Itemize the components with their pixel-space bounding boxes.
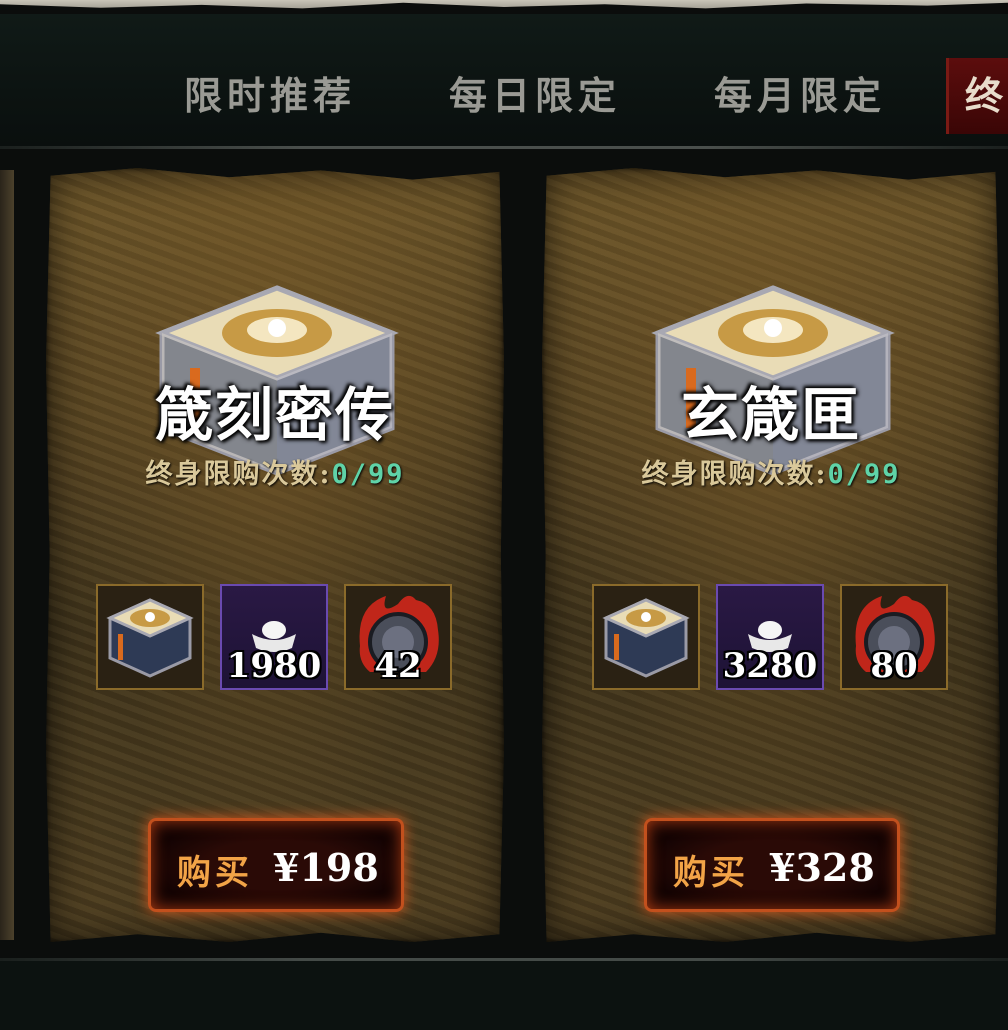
reward-slot-silver[interactable]: 1980 [220,584,328,690]
pack-card-1: 箴刻密传 终身限购次数:0/99 1980 42 购买 ¥198 [46,168,504,942]
purchase-limit-label: 终身限购次数: [641,459,828,490]
purchase-limit-label: 终身限购次数: [145,459,332,490]
tab-bar: 限时推荐 每日限定 每月限定 终 [0,14,1008,146]
reward-slot-silver[interactable]: 3280 [716,584,824,690]
pack-card-2: 玄箴匣 终身限购次数:0/99 3280 80 购买 ¥328 [542,168,1000,942]
buy-button[interactable]: 购买 ¥198 [148,818,404,912]
reward-slot-orb[interactable]: 42 [344,584,452,690]
bottom-bar [0,961,1008,1030]
price: ¥328 [769,845,875,890]
reward-slot-orb[interactable]: 80 [840,584,948,690]
reward-count: 3280 [722,646,818,686]
price: ¥198 [273,845,379,890]
reward-count: 42 [374,646,422,686]
buy-label: 购买 [673,853,749,893]
reward-count: 1980 [226,646,322,686]
reward-slot-box[interactable] [96,584,204,690]
purchase-limit-count: 0/99 [331,459,405,490]
treasure-box-icon [106,598,194,678]
tab-limited-recommend[interactable]: 限时推荐 [184,66,356,126]
tab-daily-limited[interactable]: 每日限定 [449,66,621,126]
previous-card-edge [0,170,14,940]
pack-title: 玄箴匣 [680,381,861,449]
pack-title: 箴刻密传 [154,381,395,449]
buy-label: 购买 [177,853,253,893]
buy-button[interactable]: 购买 ¥328 [644,818,900,912]
purchase-limit: 终身限购次数:0/99 [46,452,504,491]
purchase-limit-count: 0/99 [827,459,901,490]
reward-slot-box[interactable] [592,584,700,690]
reward-count: 80 [870,646,918,686]
tab-monthly-limited[interactable]: 每月限定 [714,66,886,126]
tab-lifetime-limited[interactable]: 终 [946,58,1008,134]
tab-divider [0,146,1008,149]
top-torn-edge [0,0,1008,9]
purchase-limit: 终身限购次数:0/99 [542,452,1000,491]
treasure-box-icon [602,598,690,678]
